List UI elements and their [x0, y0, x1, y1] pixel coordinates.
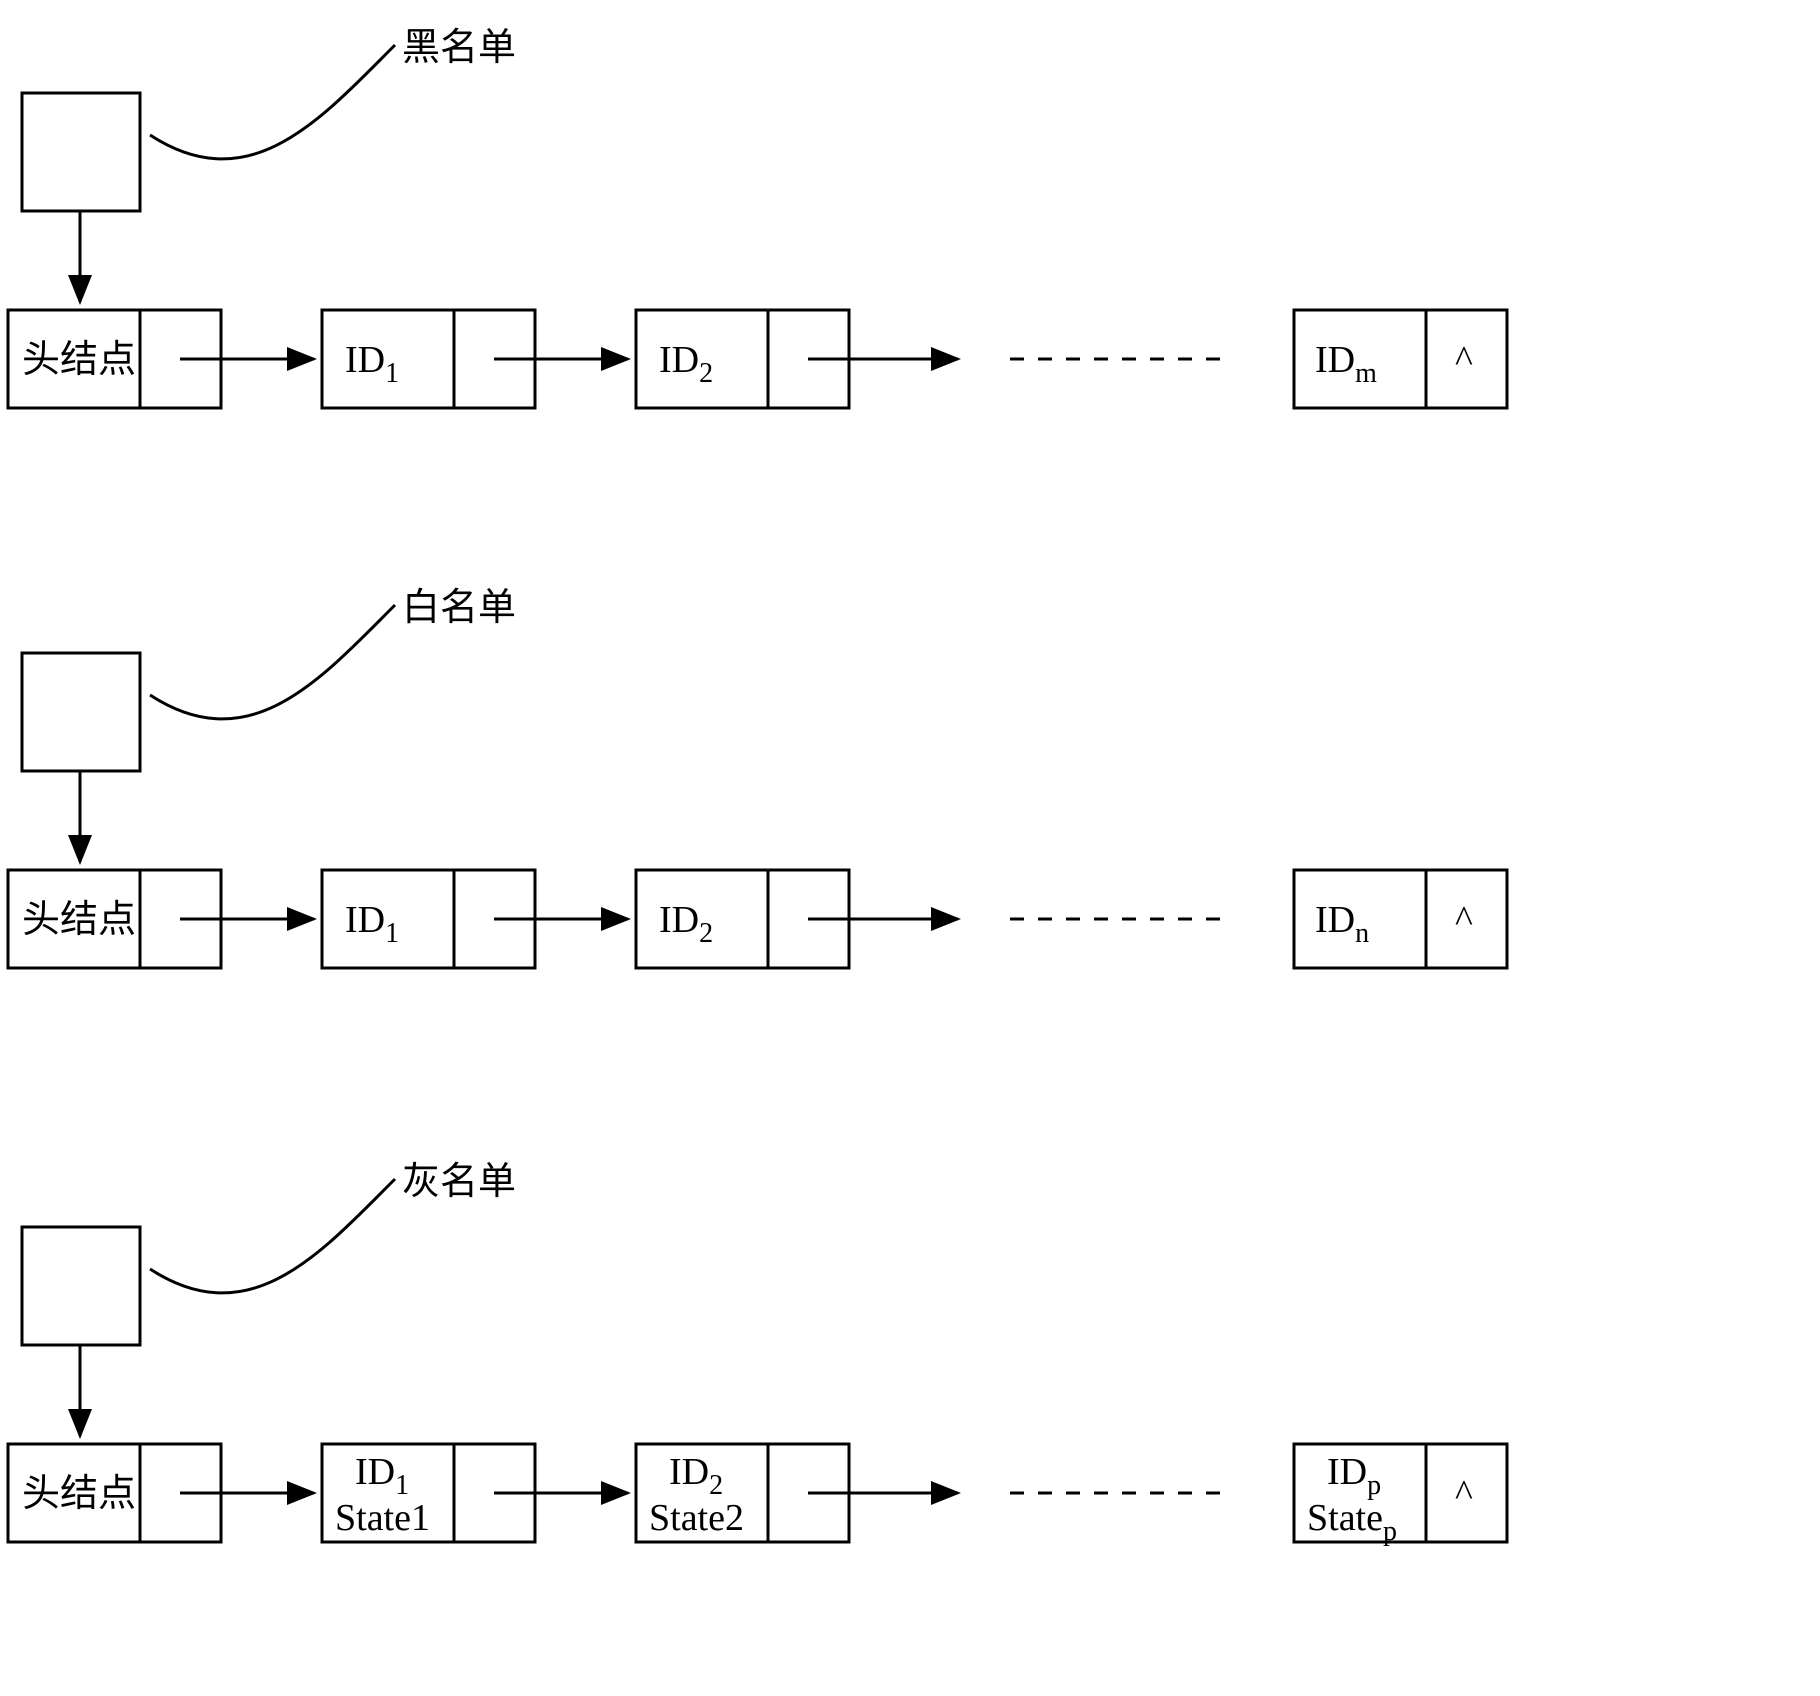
greylist-pointer-box [22, 1227, 140, 1345]
node1-id: ID [345, 339, 385, 381]
node1-sub: 1 [385, 358, 399, 389]
greylist-curve [150, 1179, 395, 1293]
svg-text:ID2: ID2 [659, 339, 713, 389]
blacklist-last-node: IDm ^ [1294, 310, 1507, 408]
blacklist-pointer-box [22, 93, 140, 211]
gn1-id: ID [355, 1451, 395, 1493]
node2-sub: 2 [699, 358, 713, 389]
whitelist-title: 白名单 [402, 587, 516, 629]
gn2-state: State2 [649, 1497, 744, 1539]
wn2-sub: 2 [699, 918, 713, 949]
glast-state: State [1307, 1497, 1383, 1539]
greylist-group: 灰名单 头结点 ID1 State1 ID2 State2 [8, 1161, 1507, 1547]
last-id: ID [1315, 339, 1355, 381]
whitelist-group: 白名单 头结点 ID1 ID2 [8, 587, 1507, 968]
greylist-head-label: 头结点 [22, 1473, 136, 1515]
glast-id: ID [1327, 1451, 1367, 1493]
greylist-title: 灰名单 [402, 1161, 516, 1203]
blacklist-head-label: 头结点 [22, 339, 136, 381]
wn2-id: ID [659, 899, 699, 941]
wlast-id: ID [1315, 899, 1355, 941]
last-sub: m [1355, 358, 1377, 389]
blacklist-curve [150, 45, 395, 159]
whitelist-terminator: ^ [1455, 899, 1473, 941]
svg-text:ID1: ID1 [355, 1451, 409, 1501]
svg-text:IDn: IDn [1315, 899, 1369, 949]
greylist-last-node: IDp Statep ^ [1294, 1444, 1507, 1547]
blacklist-group: 黑名单 头结点 ID1 ID2 [8, 27, 1507, 408]
svg-text:ID2: ID2 [669, 1451, 723, 1501]
blacklist-title: 黑名单 [402, 27, 516, 69]
whitelist-head-label: 头结点 [22, 899, 136, 941]
wlast-sub: n [1355, 918, 1369, 949]
whitelist-curve [150, 605, 395, 719]
greylist-terminator: ^ [1455, 1473, 1473, 1515]
node2-id: ID [659, 339, 699, 381]
gn2-id: ID [669, 1451, 709, 1493]
glast-state-sub: p [1383, 1516, 1397, 1547]
svg-text:ID1: ID1 [345, 899, 399, 949]
svg-text:IDm: IDm [1315, 339, 1377, 389]
wn1-sub: 1 [385, 918, 399, 949]
svg-text:ID1: ID1 [345, 339, 399, 389]
whitelist-pointer-box [22, 653, 140, 771]
svg-text:Statep: Statep [1307, 1497, 1397, 1547]
svg-text:IDp: IDp [1327, 1451, 1381, 1501]
svg-text:ID2: ID2 [659, 899, 713, 949]
wn1-id: ID [345, 899, 385, 941]
blacklist-terminator: ^ [1455, 339, 1473, 381]
whitelist-last-node: IDn ^ [1294, 870, 1507, 968]
gn1-state: State1 [335, 1497, 430, 1539]
